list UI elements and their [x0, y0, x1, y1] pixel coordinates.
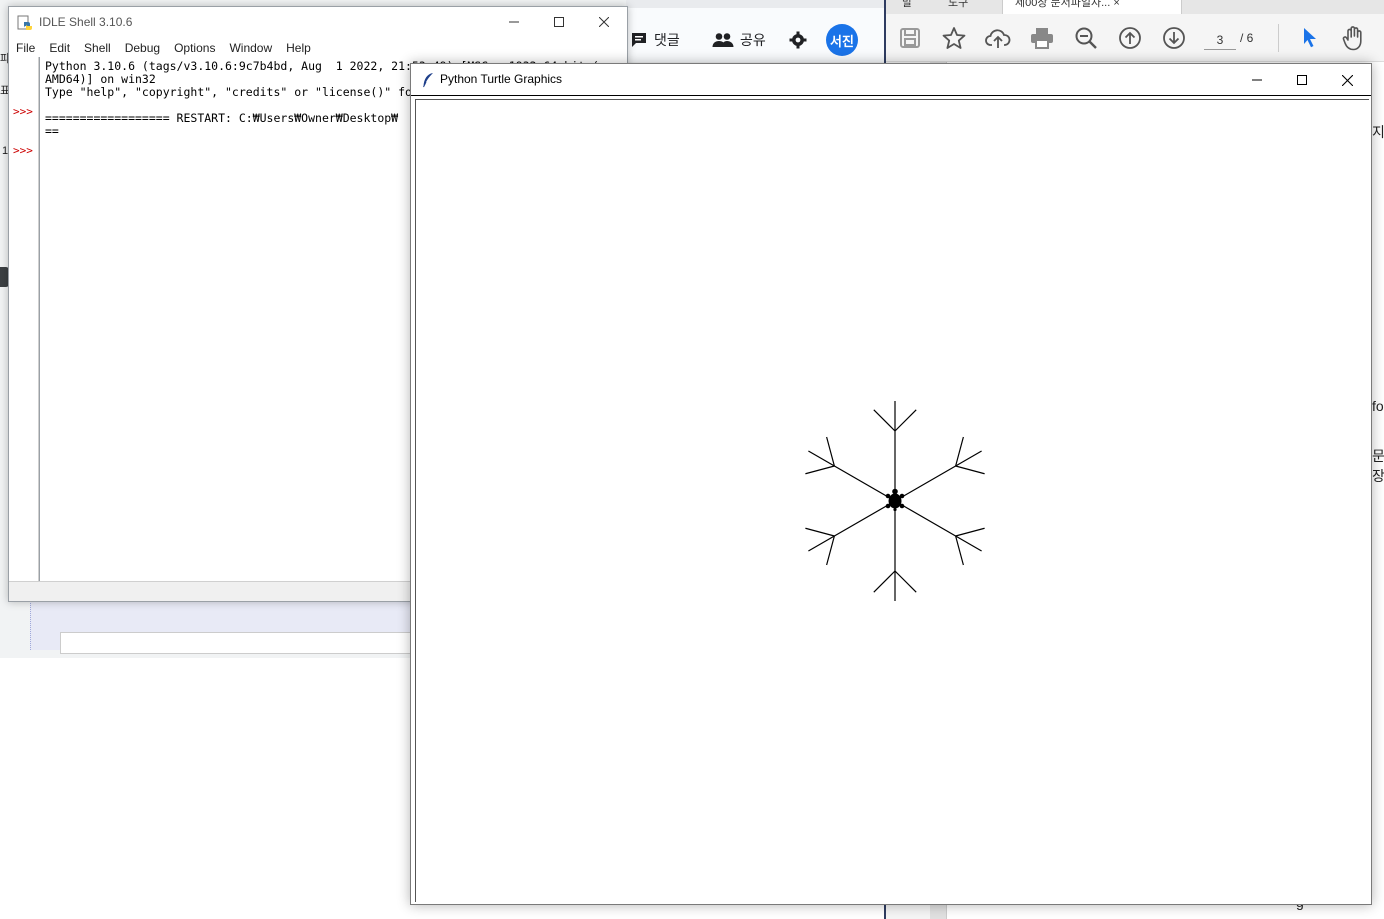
- pdf-text-fragment: fo: [1372, 398, 1384, 414]
- pdf-text-fragment: 지: [1372, 124, 1384, 140]
- snowflake-branch: [873, 409, 896, 432]
- pdf-text-fragment: 문장: [1372, 448, 1384, 484]
- pdf-tab-tools[interactable]: 도구: [936, 0, 980, 14]
- comment-button[interactable]: 댓글: [630, 30, 680, 50]
- minimize-button[interactable]: [491, 7, 537, 37]
- cloud-upload-icon: [985, 29, 1011, 48]
- turtle-canvas[interactable]: [415, 99, 1369, 902]
- idle-title-bar[interactable]: IDLE Shell 3.10.6: [9, 7, 627, 37]
- docs-topbar: 댓글 공유 서진: [626, 0, 884, 62]
- save-icon: [900, 28, 920, 48]
- maximize-button[interactable]: [536, 7, 582, 37]
- people-icon: [712, 33, 734, 47]
- zoom-out-icon: [1075, 27, 1097, 49]
- snowflake: [805, 401, 985, 601]
- turtle-graphics-window: Python Turtle Graphics: [410, 63, 1372, 905]
- pdf-tab-document[interactable]: 제00장 문서파일자... ×: [1002, 0, 1182, 14]
- pdf-toolbar: 3 / 6: [886, 14, 1384, 62]
- minimize-icon: [509, 21, 519, 23]
- save-button[interactable]: [896, 24, 924, 52]
- snowflake-arm: [808, 500, 896, 552]
- upload-button[interactable]: [984, 24, 1012, 52]
- idle-window-title: IDLE Shell 3.10.6: [39, 15, 133, 29]
- arrow-down-circle-icon: [1163, 27, 1185, 49]
- close-tab-icon[interactable]: ×: [1113, 0, 1119, 9]
- menu-window[interactable]: Window: [222, 37, 279, 57]
- next-page-button[interactable]: [1160, 24, 1188, 52]
- print-button[interactable]: [1028, 24, 1056, 52]
- feather-icon: [423, 73, 433, 88]
- shell-output-line: ==: [45, 124, 59, 138]
- share-button[interactable]: 공유: [712, 30, 766, 50]
- settings-button[interactable]: [789, 31, 807, 54]
- menu-file[interactable]: File: [9, 37, 42, 57]
- snowflake-arm: [808, 450, 896, 502]
- shell-output-line: ================== RESTART: C:₩Users₩Own…: [45, 111, 399, 125]
- close-button[interactable]: [1324, 65, 1370, 95]
- close-button[interactable]: [581, 7, 627, 37]
- minimize-button[interactable]: [1234, 65, 1280, 95]
- turtle-cursor-icon: [885, 488, 905, 512]
- shell-prompt: >>>: [13, 144, 33, 157]
- snowflake-branch: [805, 465, 835, 475]
- shell-prompt: >>>: [13, 105, 33, 118]
- menu-shell[interactable]: Shell: [77, 37, 118, 57]
- idle-menu-bar: File Edit Shell Debug Options Window Hel…: [9, 37, 627, 57]
- idle-prompt-gutter: >>> >>>: [9, 57, 39, 581]
- close-icon: [599, 17, 609, 27]
- snowflake-branch: [955, 465, 985, 475]
- bookmark-button[interactable]: [940, 24, 968, 52]
- turtle-window-title: Python Turtle Graphics: [440, 72, 563, 86]
- page-number-input[interactable]: 3: [1204, 30, 1236, 50]
- menu-options[interactable]: Options: [167, 37, 222, 57]
- comment-label: 댓글: [654, 32, 680, 48]
- turtle-title-bar[interactable]: Python Turtle Graphics: [411, 64, 1371, 96]
- arrow-up-circle-icon: [1119, 27, 1141, 49]
- snowflake-drawing: [805, 401, 985, 601]
- maximize-icon: [554, 17, 564, 27]
- star-icon: [942, 27, 966, 49]
- select-tool-button[interactable]: [1296, 24, 1324, 52]
- snowflake-branch: [955, 527, 985, 537]
- menu-help[interactable]: Help: [279, 37, 318, 57]
- previous-page-button[interactable]: [1116, 24, 1144, 52]
- python-icon: [17, 15, 32, 30]
- maximize-button[interactable]: [1279, 65, 1325, 95]
- menu-edit[interactable]: Edit: [42, 37, 77, 57]
- zoom-out-button[interactable]: [1072, 24, 1100, 52]
- snowflake-arm: [894, 450, 982, 502]
- snowflake-branch: [805, 527, 835, 537]
- maximize-icon: [1297, 75, 1307, 85]
- page-total: / 6: [1240, 31, 1254, 45]
- menu-debug[interactable]: Debug: [118, 37, 167, 57]
- share-label: 공유: [740, 32, 766, 48]
- hand-tool-button[interactable]: [1340, 24, 1368, 52]
- avatar[interactable]: 서진: [826, 24, 858, 56]
- docs-page-inner: [60, 632, 420, 654]
- comment-icon: [632, 33, 646, 47]
- snowflake-arm: [894, 500, 982, 552]
- snowflake-branch: [894, 570, 917, 593]
- minimize-icon: [1252, 79, 1262, 81]
- gear-icon: [789, 31, 807, 49]
- snowflake-branch: [894, 409, 917, 432]
- pdf-tab-strip: 말 도구 제00장 문서파일자... ×: [886, 0, 1384, 14]
- cursor-icon: [1304, 28, 1316, 48]
- pdf-tab-home[interactable]: 말: [890, 0, 924, 14]
- snowflake-branch: [873, 570, 896, 593]
- toolbar-divider: [1278, 24, 1279, 52]
- print-icon: [1031, 28, 1053, 49]
- close-icon: [1341, 74, 1353, 86]
- hand-icon: [1342, 26, 1362, 51]
